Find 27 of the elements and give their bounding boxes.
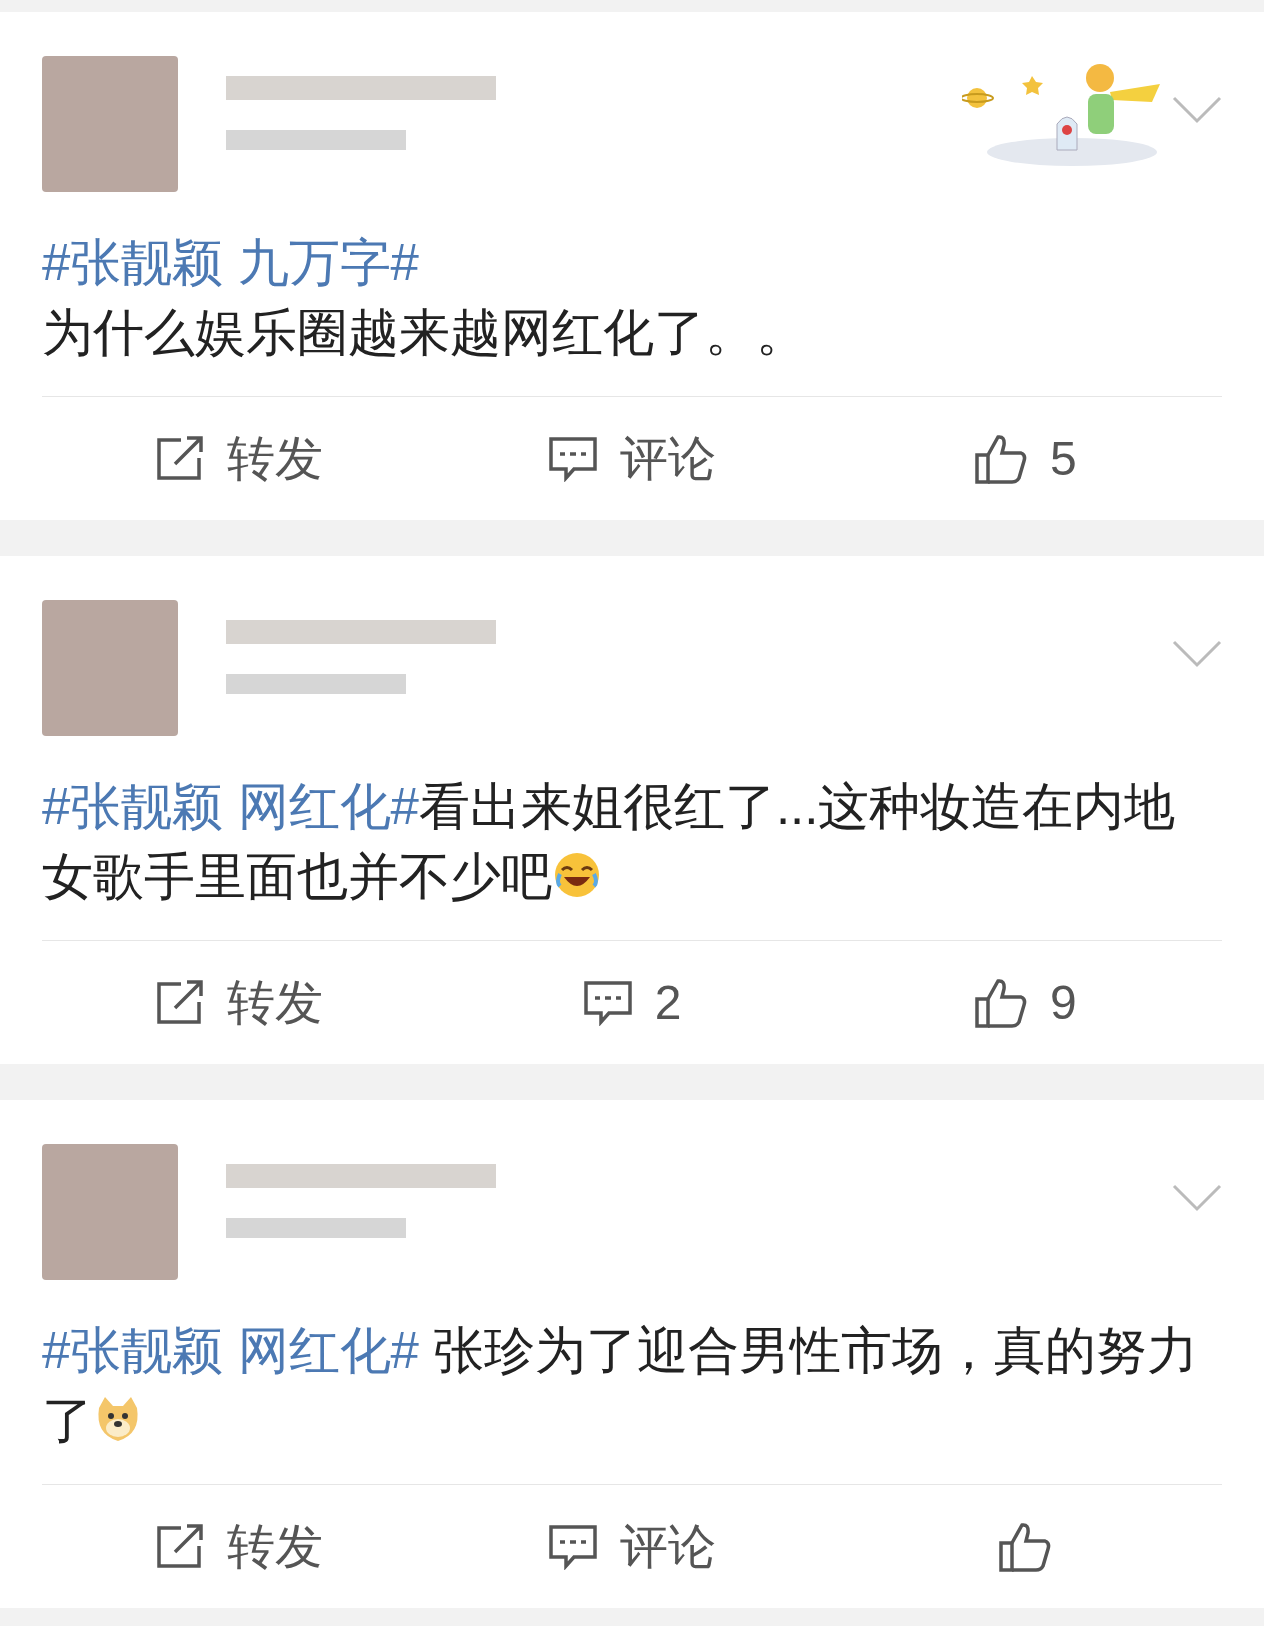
comment-icon — [548, 1523, 598, 1570]
comment-button[interactable]: 评论 — [435, 1485, 829, 1608]
like-button[interactable]: 5 — [828, 397, 1222, 520]
post-text: #张靓颖 九万字# 为什么娱乐圈越来越网红化了。。 — [42, 228, 1222, 396]
chevron-down-icon[interactable] — [1172, 1184, 1222, 1212]
hashtag-link[interactable]: #张靓颖 九万字# — [42, 228, 1222, 298]
share-icon — [154, 979, 205, 1026]
share-icon — [154, 1523, 205, 1570]
hashtag-link[interactable]: #张靓颖 网红化# — [42, 1322, 419, 1379]
post-text: #张靓颖 网红化#看出来姐很红了...这种妆造在内地女歌手里面也并不少吧 — [42, 777, 1177, 907]
post-text: #张靓颖 网红化# 张珍为了迎合男性市场，真的努力了 — [42, 1321, 1200, 1451]
share-icon — [154, 435, 205, 482]
like-button[interactable]: 9 — [828, 941, 1222, 1064]
chevron-down-icon[interactable] — [1172, 640, 1222, 668]
comment-icon — [548, 435, 598, 482]
repost-button[interactable]: 转发 — [42, 397, 436, 520]
repost-button[interactable]: 转发 — [42, 941, 436, 1064]
comment-button[interactable]: 评论 — [435, 397, 829, 520]
laughing-emoji-icon — [552, 850, 602, 900]
thumbs-up-icon — [973, 432, 1028, 485]
comment-button[interactable]: 2 — [435, 941, 829, 1064]
repost-button[interactable]: 转发 — [42, 1485, 436, 1608]
thumbs-up-icon — [973, 976, 1028, 1029]
chevron-down-icon[interactable] — [1172, 96, 1222, 124]
hashtag-link[interactable]: #张靓颖 网红化# — [42, 778, 419, 835]
comment-icon — [582, 979, 633, 1026]
thumbs-up-icon — [998, 1520, 1053, 1573]
